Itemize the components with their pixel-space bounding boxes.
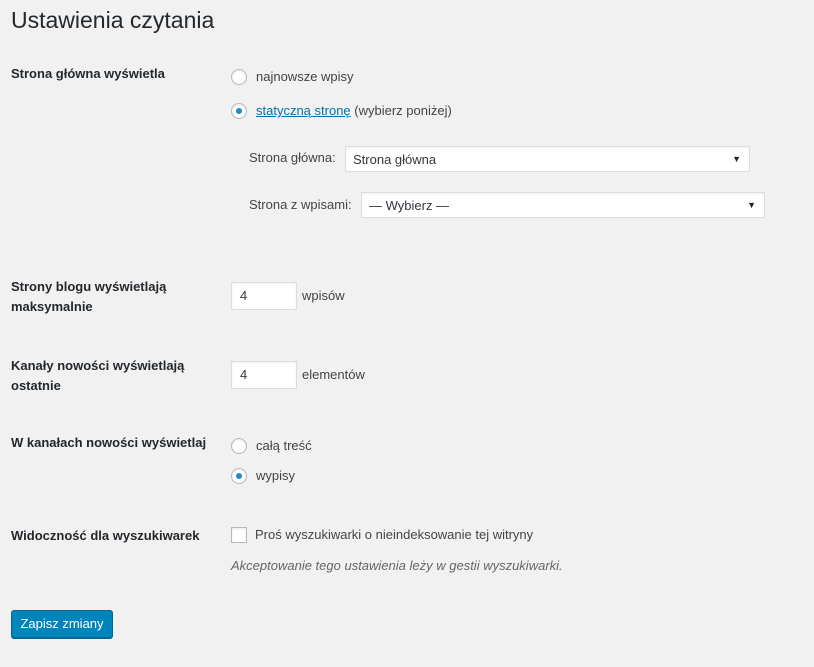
search-visibility-description: Akceptowanie tego ustawienia leży w gest… <box>231 558 563 573</box>
radio-latest-posts-label: najnowsze wpisy <box>256 69 354 84</box>
radio-static-page[interactable]: statyczną stronę (wybierz poniżej) <box>231 101 452 121</box>
posts-per-page-input[interactable]: 4 <box>231 282 297 310</box>
page-title: Ustawienia czytania <box>11 7 215 33</box>
posts-page-select[interactable]: — Wybierz — ▼ <box>361 192 765 218</box>
feed-items-input[interactable]: 4 <box>231 361 297 389</box>
chevron-down-icon: ▼ <box>747 200 756 210</box>
homepage-select-label: Strona główna: <box>249 150 336 165</box>
radio-summary-control[interactable] <box>231 468 247 484</box>
posts-per-page-label: Strony blogu wyświetlają maksymalnie <box>11 279 167 314</box>
radio-full-text-control[interactable] <box>231 438 247 454</box>
radio-latest-posts-control[interactable] <box>231 69 247 85</box>
posts-page-select-label: Strona z wpisami: <box>249 197 352 212</box>
posts-per-page-unit: wpisów <box>302 288 345 303</box>
discourage-search-checkbox[interactable] <box>231 527 247 543</box>
radio-summary[interactable]: wypisy <box>231 466 295 486</box>
radio-static-page-control[interactable] <box>231 103 247 119</box>
radio-summary-label: wypisy <box>256 468 296 483</box>
radio-full-text[interactable]: całą treść <box>231 436 312 456</box>
homepage-select[interactable]: Strona główna ▼ <box>345 146 750 172</box>
front-page-label: Strona główna wyświetla <box>11 66 165 81</box>
posts-page-select-value: — Wybierz — <box>369 197 450 213</box>
static-page-link[interactable]: statyczną stronę <box>256 103 351 118</box>
radio-latest-posts[interactable]: najnowsze wpisy <box>231 67 354 87</box>
search-visibility-label: Widoczność dla wyszukiwarek <box>11 528 200 543</box>
feed-items-label: Kanały nowości wyświetlają ostatnie <box>11 358 185 393</box>
save-button[interactable]: Zapisz zmiany <box>11 610 113 638</box>
discourage-search-label[interactable]: Proś wyszukiwarki o nieindeksowanie tej … <box>255 525 533 545</box>
chevron-down-icon: ▼ <box>732 154 741 164</box>
radio-full-text-label: całą treść <box>256 438 312 453</box>
feed-items-unit: elementów <box>302 367 365 382</box>
feed-content-label: W kanałach nowości wyświetlaj <box>11 435 207 450</box>
homepage-select-value: Strona główna <box>353 151 437 167</box>
static-page-hint: (wybierz poniżej) <box>350 103 452 118</box>
